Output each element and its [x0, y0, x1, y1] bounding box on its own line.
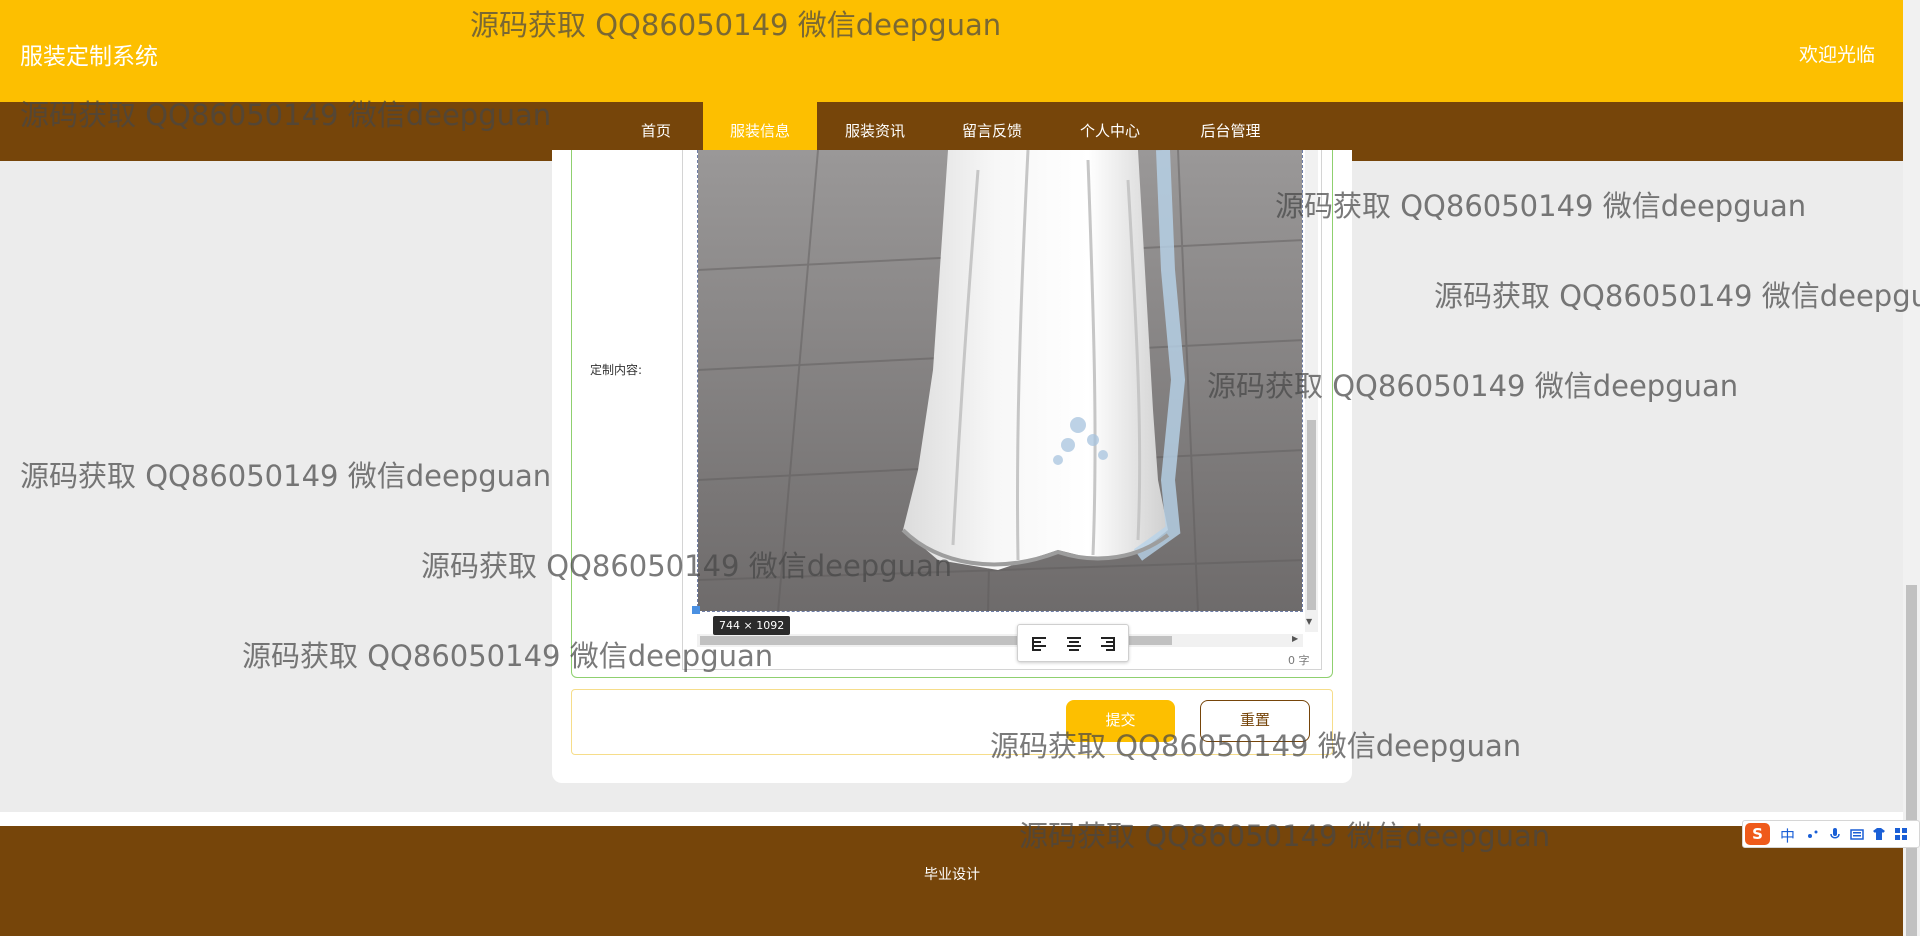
top-header: 服装定制系统 欢迎光临 — [0, 0, 1903, 102]
content-label: 定制内容: — [590, 363, 643, 377]
ime-mode-label[interactable]: 中 — [1780, 825, 1795, 846]
watermark-text: 源码获取 QQ86050149 微信deepgu — [1434, 279, 1920, 313]
page-scroll-thumb[interactable] — [1906, 585, 1917, 936]
align-left-icon[interactable] — [1028, 634, 1050, 654]
reset-button[interactable]: 重置 — [1200, 700, 1310, 742]
editor-vertical-scroll-thumb[interactable] — [1307, 420, 1316, 610]
toolbox-grid-icon[interactable] — [1894, 826, 1908, 840]
align-right-icon[interactable] — [1097, 634, 1119, 654]
microphone-icon[interactable] — [1828, 826, 1842, 840]
dress-image[interactable] — [697, 150, 1303, 612]
image-align-toolbar — [1017, 624, 1129, 662]
dress-image-drawing — [698, 150, 1302, 611]
scroll-right-arrow-icon[interactable]: ▶ — [1292, 634, 1298, 643]
submit-button[interactable]: 提交 — [1066, 700, 1175, 742]
keyboard-icon[interactable] — [1850, 826, 1864, 840]
word-count: 0 字 — [1288, 654, 1310, 667]
sogou-logo-icon[interactable]: S — [1745, 823, 1770, 845]
page-bottom-strip — [0, 812, 1903, 826]
image-resize-handle[interactable] — [692, 606, 700, 614]
watermark-text: 源码获取 QQ86050149 微信deepguan — [20, 459, 552, 493]
welcome-text: 欢迎光临 — [1798, 44, 1875, 66]
site-title[interactable]: 服装定制系统 — [20, 37, 158, 71]
scroll-down-arrow-icon[interactable]: ▼ — [1306, 617, 1312, 626]
align-center-icon[interactable] — [1063, 634, 1085, 654]
watermark-text: 源码获取 QQ86050149 微信deepguan — [1275, 189, 1807, 223]
punctuation-icon[interactable] — [1806, 826, 1820, 840]
skin-shirt-icon[interactable] — [1872, 826, 1886, 840]
footer-text: 毕业设计 — [924, 867, 980, 883]
image-size-tooltip: 744 × 1092 — [713, 616, 791, 635]
